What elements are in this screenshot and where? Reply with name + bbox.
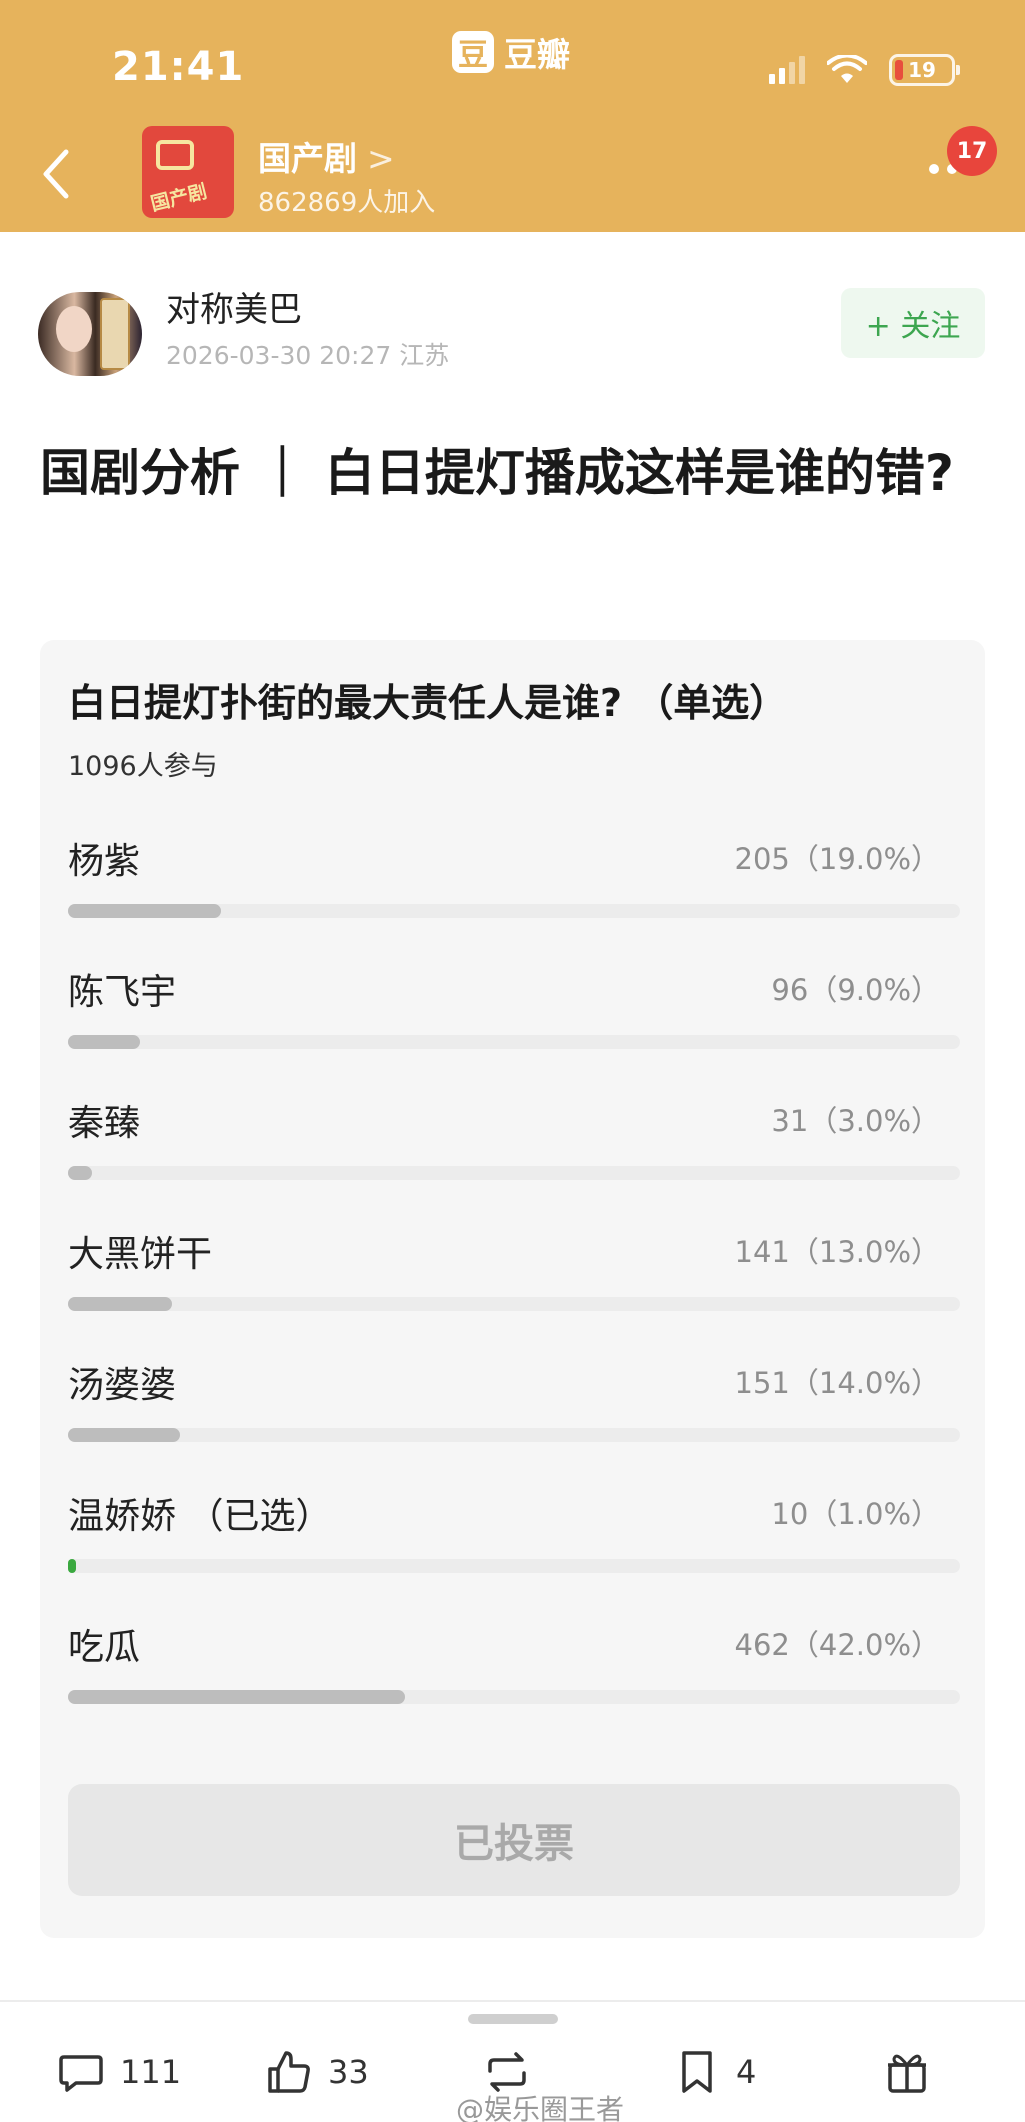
poll-option: 陈飞宇 96（9.0%）: [68, 963, 960, 1073]
follow-button[interactable]: + 关注: [841, 288, 985, 358]
poll-option-stat: 462（42.0%）: [734, 1628, 940, 1662]
poll-option-track: [68, 1035, 960, 1049]
poll-option-label: 秦臻: [68, 1103, 141, 1144]
poll-option-bar: [68, 1559, 76, 1573]
poll-option-bar: [68, 1035, 140, 1049]
status-app-indicator: 豆 豆瓣: [452, 30, 570, 74]
chevron-right-icon: >: [367, 139, 395, 178]
group-avatar[interactable]: 国产剧: [142, 126, 234, 218]
status-time: 21:41: [112, 44, 245, 90]
top-header: 21:41 豆 豆瓣 19 国产剧 国产剧 > 862869人加入 17: [0, 0, 1025, 232]
poll-option-label: 杨紫: [68, 841, 141, 882]
scroll-handle: [468, 2014, 558, 2024]
poll-option-bar: [68, 1297, 172, 1311]
voted-button[interactable]: 已投票: [68, 1784, 960, 1896]
group-member-count: 862869人加入: [258, 188, 436, 218]
battery-icon: 19: [889, 54, 960, 86]
status-indicators: 19: [769, 50, 960, 90]
poll-option-stat: 31（3.0%）: [771, 1104, 940, 1138]
author-name[interactable]: 对称美巴: [166, 282, 302, 331]
poll-option-stat: 10（1.0%）: [771, 1497, 940, 1531]
post-title: 国剧分析 ｜ 白日提灯播成这样是谁的错?: [40, 444, 954, 502]
author-avatar[interactable]: [38, 292, 142, 376]
like-button[interactable]: 33: [264, 2044, 369, 2100]
back-arrow-icon[interactable]: [36, 146, 76, 202]
poll-option-label: 大黑饼干: [68, 1234, 213, 1275]
bottom-divider: [0, 2000, 1025, 2002]
status-app-brand: 豆瓣: [504, 35, 570, 74]
poll-option-label: 吃瓜: [68, 1627, 141, 1668]
wifi-icon: [827, 55, 867, 83]
poll-card: 白日提灯扑街的最大责任人是谁? （单选） 1096人参与 杨紫 205（19.0…: [40, 640, 985, 1938]
group-name-link[interactable]: 国产剧 >: [258, 132, 395, 180]
thumbs-up-icon: [268, 2051, 310, 2093]
douban-logo-icon: 豆: [452, 31, 494, 73]
battery-level: 19: [908, 58, 936, 82]
like-count: 33: [328, 2053, 369, 2091]
poll-option-bar: [68, 904, 221, 918]
poll-option-bar: [68, 1690, 405, 1704]
collect-count: 4: [736, 2053, 757, 2091]
watermark-text: @娱乐圈王者: [456, 2093, 625, 2122]
comment-button[interactable]: 111: [56, 2044, 181, 2100]
poll-option: 杨紫 205（19.0%）: [68, 832, 960, 942]
poll-option: 汤婆婆 151（14.0%）: [68, 1356, 960, 1466]
group-avatar-text: 国产剧: [148, 180, 210, 216]
comment-count: 111: [120, 2053, 182, 2091]
poll-option-track: [68, 904, 960, 918]
poll-participants: 1096人参与: [68, 751, 218, 782]
poll-option-label: 汤婆婆: [68, 1365, 177, 1406]
poll-option-label: 温娇娇 （已选）: [68, 1496, 332, 1537]
group-name: 国产剧: [258, 139, 357, 178]
gift-icon: [888, 2054, 926, 2093]
gift-button[interactable]: [882, 2044, 932, 2100]
poll-option-track: [68, 1559, 960, 1573]
poll-option-track: [68, 1297, 960, 1311]
comment-icon: [59, 2055, 103, 2092]
poll-option-stat: 141（13.0%）: [734, 1235, 940, 1269]
poll-option: 秦臻 31（3.0%）: [68, 1094, 960, 1204]
poll-option-stat: 205（19.0%）: [734, 842, 940, 876]
bookmark-icon: [682, 2051, 712, 2093]
poll-option-track: [68, 1166, 960, 1180]
poll-option: 吃瓜 462（42.0%）: [68, 1618, 960, 1728]
poll-option-selected: 温娇娇 （已选） 10（1.0%）: [68, 1487, 960, 1597]
cellular-signal-icon: [769, 56, 805, 84]
post-meta: 2026-03-30 20:27 江苏: [166, 341, 450, 370]
poll-option-stat: 151（14.0%）: [734, 1366, 940, 1400]
poll-question: 白日提灯扑街的最大责任人是谁? （单选）: [68, 681, 788, 725]
tv-icon: [156, 140, 194, 170]
poll-option-track: [68, 1690, 960, 1704]
collect-button[interactable]: 4: [672, 2044, 756, 2100]
poll-option-stat: 96（9.0%）: [771, 973, 940, 1007]
poll-option-label: 陈飞宇: [68, 972, 177, 1013]
poll-option: 大黑饼干 141（13.0%）: [68, 1225, 960, 1335]
poll-option-bar: [68, 1428, 180, 1442]
poll-option-bar: [68, 1166, 92, 1180]
poll-option-track: [68, 1428, 960, 1442]
notification-badge[interactable]: 17: [947, 126, 997, 176]
